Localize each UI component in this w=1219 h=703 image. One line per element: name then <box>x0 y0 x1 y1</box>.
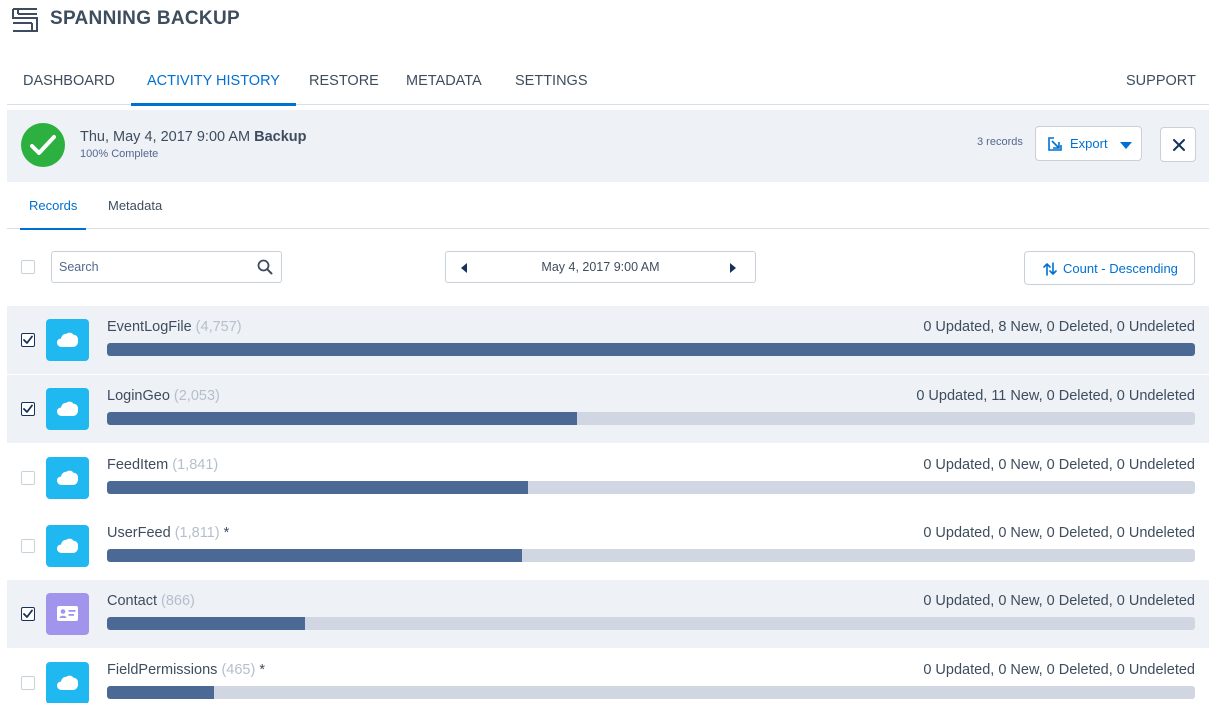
salesforce-cloud-icon <box>46 525 89 567</box>
chevron-down-icon <box>1120 142 1132 149</box>
date-pager: May 4, 2017 9:00 AM <box>445 251 756 283</box>
row-name: EventLogFile (4,757) <box>107 319 242 335</box>
salesforce-cloud-icon <box>46 457 89 499</box>
row-name: Contact (866) <box>107 593 195 609</box>
progress-bar <box>107 481 1195 494</box>
row-star: * <box>223 525 230 541</box>
table-row[interactable]: UserFeed (1,811) * 0 Updated, 0 New, 0 D… <box>7 512 1209 580</box>
progress-bar-fill <box>107 686 214 699</box>
chevron-right-icon[interactable] <box>730 263 736 273</box>
tab-metadata-sub[interactable]: Metadata <box>108 183 162 229</box>
export-button[interactable]: Export <box>1035 126 1142 161</box>
object-name: EventLogFile <box>107 319 192 335</box>
progress-bar <box>107 617 1195 630</box>
object-count: (2,053) <box>173 388 220 404</box>
backup-type: Backup <box>254 129 307 145</box>
row-checkbox[interactable] <box>21 402 35 416</box>
row-stats: 0 Updated, 0 New, 0 Deleted, 0 Undeleted <box>923 662 1195 678</box>
tab-records[interactable]: Records <box>19 183 87 230</box>
sort-button[interactable]: Count - Descending <box>1024 251 1195 285</box>
object-name: FeedItem <box>107 457 169 473</box>
progress-bar <box>107 549 1195 562</box>
search-box <box>51 251 282 283</box>
contact-card-icon <box>46 593 89 635</box>
table-row[interactable]: LoginGeo (2,053) 0 Updated, 11 New, 0 De… <box>7 375 1209 443</box>
row-star: * <box>259 662 265 678</box>
row-name: UserFeed (1,811) * <box>107 525 229 541</box>
object-count: (866) <box>161 593 195 609</box>
search-icon[interactable] <box>257 259 273 275</box>
row-name: FeedItem (1,841) <box>107 457 218 473</box>
support-link[interactable]: SUPPORT <box>1126 56 1196 105</box>
close-icon <box>1173 139 1185 151</box>
salesforce-cloud-icon <box>46 388 89 430</box>
object-count: (1,841) <box>172 457 219 473</box>
row-checkbox[interactable] <box>21 539 35 553</box>
object-count: (1,811) <box>174 525 220 541</box>
export-icon <box>1048 137 1062 151</box>
tab-settings[interactable]: SETTINGS <box>515 56 588 105</box>
sort-icon <box>1043 262 1057 276</box>
tab-activity-history[interactable]: ACTIVITY HISTORY <box>131 56 296 106</box>
progress-bar <box>107 412 1195 425</box>
table-row[interactable]: EventLogFile (4,757) 0 Updated, 8 New, 0… <box>7 306 1209 374</box>
record-count: 3 records <box>977 136 1023 148</box>
progress-bar-fill <box>107 412 578 425</box>
backup-summary: Thu, May 4, 2017 9:00 AM Backup 100% Com… <box>7 110 1209 182</box>
search-input[interactable] <box>59 258 249 276</box>
object-name: FieldPermissions <box>107 662 218 678</box>
progress-bar-fill <box>107 343 1195 356</box>
row-checkbox[interactable] <box>21 676 35 690</box>
app-title: SPANNING BACKUP <box>50 8 240 29</box>
object-count: (4,757) <box>195 319 242 335</box>
row-name: FieldPermissions (465) * <box>107 662 265 678</box>
salesforce-cloud-icon <box>46 319 89 361</box>
backup-datetime: Thu, May 4, 2017 9:00 AM <box>80 129 251 145</box>
check-circle-icon <box>21 123 65 167</box>
row-stats: 0 Updated, 0 New, 0 Deleted, 0 Undeleted <box>923 525 1195 541</box>
salesforce-cloud-icon <box>46 662 89 703</box>
tab-metadata[interactable]: METADATA <box>406 56 482 105</box>
app-header: SPANNING BACKUP <box>0 0 1219 44</box>
close-button[interactable] <box>1160 127 1196 162</box>
progress-bar-fill <box>107 481 529 494</box>
row-checkbox[interactable] <box>21 471 35 485</box>
object-name: UserFeed <box>107 525 171 541</box>
table-row[interactable]: FeedItem (1,841) 0 Updated, 0 New, 0 Del… <box>7 444 1209 512</box>
row-checkbox[interactable] <box>21 333 35 347</box>
object-name: Contact <box>107 593 157 609</box>
top-nav: DASHBOARD ACTIVITY HISTORY RESTORE METAD… <box>7 56 1209 106</box>
object-name: LoginGeo <box>107 388 170 404</box>
progress-bar-fill <box>107 617 306 630</box>
backup-progress-text: 100% Complete <box>80 148 159 160</box>
row-stats: 0 Updated, 0 New, 0 Deleted, 0 Undeleted <box>923 593 1195 609</box>
progress-bar <box>107 686 1195 699</box>
row-stats: 0 Updated, 11 New, 0 Deleted, 0 Undelete… <box>916 388 1195 404</box>
backup-title: Thu, May 4, 2017 9:00 AM Backup <box>80 129 307 145</box>
tab-restore[interactable]: RESTORE <box>309 56 379 105</box>
row-stats: 0 Updated, 8 New, 0 Deleted, 0 Undeleted <box>923 319 1195 335</box>
table-row[interactable]: FieldPermissions (465) * 0 Updated, 0 Ne… <box>7 649 1209 703</box>
progress-bar-fill <box>107 549 522 562</box>
table-row[interactable]: Contact (866) 0 Updated, 0 New, 0 Delete… <box>7 580 1209 648</box>
row-name: LoginGeo (2,053) <box>107 388 220 404</box>
select-all-checkbox[interactable] <box>21 260 35 274</box>
sub-tabs: Records Metadata <box>7 183 1209 230</box>
object-count: (465) <box>221 662 256 678</box>
export-label: Export <box>1070 136 1108 151</box>
spanning-logo-icon[interactable] <box>11 6 39 34</box>
sort-label: Count - Descending <box>1063 261 1178 276</box>
tab-dashboard[interactable]: DASHBOARD <box>23 56 115 105</box>
row-stats: 0 Updated, 0 New, 0 Deleted, 0 Undeleted <box>923 457 1195 473</box>
row-checkbox[interactable] <box>21 607 35 621</box>
progress-bar <box>107 343 1195 356</box>
date-pager-label: May 4, 2017 9:00 AM <box>541 260 660 274</box>
